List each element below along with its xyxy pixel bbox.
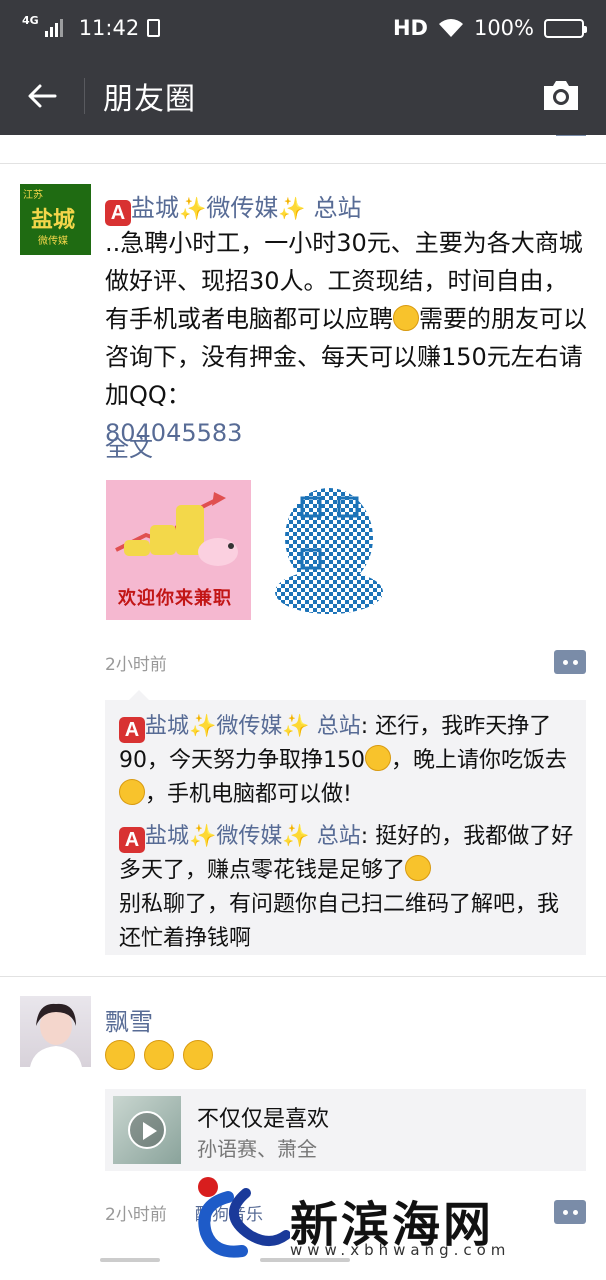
comment[interactable]: A 盐城✨微传媒✨ 总站: 挺好的，我都做了好多天了，赚点零花钱是足够了 别私聊了，… xyxy=(119,820,574,956)
page-title: 朋友圈 xyxy=(103,81,196,117)
comments-panel: A 盐城✨微传媒✨ 总站: 还行，我昨天挣了90，今天努力争取挣150 ，晚上请你吃… xyxy=(105,690,586,956)
comment-text: ，手机电脑都可以做! xyxy=(145,782,352,807)
music-share-card[interactable]: 不仅仅是喜欢 孙语赛、萧全 xyxy=(105,1089,586,1171)
battery-level: 100% xyxy=(473,16,534,40)
a-button-icon: A xyxy=(105,200,131,226)
post-author[interactable]: A 盐城✨微传媒✨ 总站 xyxy=(105,188,361,226)
top-bar: 4G 11:42 HD 100% 朋友圈 xyxy=(0,0,606,135)
post-image-qr[interactable] xyxy=(257,480,400,620)
sparkles-icon: ✨ xyxy=(278,197,306,222)
post-time: 2小时前 xyxy=(105,655,167,675)
clock: 11:42 xyxy=(78,16,140,40)
grin-emoji-icon xyxy=(405,855,432,881)
moments-feed[interactable]: 江苏 盐城 微传媒 A 盐城✨微传媒✨ 总站 ..急聘小时工，一小时30元、主要为… xyxy=(0,135,606,1280)
sparkles-icon: ✨ xyxy=(179,197,207,222)
author-name-part: 微传媒 xyxy=(206,194,279,222)
image-caption: 欢迎你来兼职 xyxy=(118,588,232,609)
post-image[interactable]: 欢迎你来兼职 xyxy=(106,480,251,620)
comment-text: 别私聊了，有问题你自己扫二维码了解吧，我还忙着挣钱啊 xyxy=(119,892,560,951)
nav-divider xyxy=(84,77,85,114)
tongue-wink-emoji-icon xyxy=(183,1040,214,1070)
post-time: 2小时前 xyxy=(105,1205,167,1225)
avatar[interactable] xyxy=(20,996,91,1067)
network-type: 4G xyxy=(22,13,39,27)
comment-author[interactable]: A 盐城✨微传媒✨ 总站 xyxy=(119,824,361,853)
status-bar: 4G 11:42 HD 100% xyxy=(0,0,606,56)
nav-bar: 朋友圈 xyxy=(0,56,606,135)
watermark: 新滨海网 www.xbhwang.com xyxy=(190,1175,600,1270)
comment-author-name: 盐城✨微传媒✨ 总站 xyxy=(145,824,361,849)
avatar[interactable]: 江苏 盐城 微传媒 xyxy=(20,184,91,255)
song-artist: 孙语赛、萧全 xyxy=(197,1137,317,1161)
avatar-text: 江苏 xyxy=(23,190,43,201)
tongue-wink-emoji-icon xyxy=(365,745,391,771)
avatar-text: 微传媒 xyxy=(38,236,68,247)
comment-author-name: 盐城✨微传媒✨ 总站 xyxy=(145,714,361,739)
a-button-icon: A xyxy=(119,827,145,853)
battery-icon xyxy=(544,18,587,38)
notification-icon xyxy=(147,19,161,37)
girl-photo-avatar xyxy=(30,1003,82,1067)
watermark-url: www.xbhwang.com xyxy=(290,1241,511,1259)
post-author[interactable]: 飘雪 xyxy=(105,1002,153,1037)
more-actions-button[interactable] xyxy=(554,650,586,674)
emoji-row xyxy=(105,1040,214,1070)
tongue-wink-emoji-icon xyxy=(105,1040,135,1070)
play-icon xyxy=(128,1111,166,1149)
previous-post-more-button[interactable] xyxy=(556,135,586,136)
camera-button[interactable] xyxy=(540,74,582,116)
a-button-icon: A xyxy=(119,717,145,743)
comment-text: ，晚上请你吃饭去 xyxy=(391,748,568,773)
comment[interactable]: A 盐城✨微传媒✨ 总站: 还行，我昨天挣了90，今天努力争取挣150 ，晚上请你吃… xyxy=(119,710,574,812)
grin-emoji-icon xyxy=(119,779,145,805)
author-name-part: 总站 xyxy=(305,194,362,222)
full-text-link[interactable]: 全文 xyxy=(105,428,153,463)
smile-emoji-icon xyxy=(393,305,419,331)
camera-icon xyxy=(544,81,578,110)
post-divider xyxy=(0,976,606,977)
avatar-text: 盐城 xyxy=(31,208,76,233)
qq-penguin-qr-icon xyxy=(275,488,383,614)
post-text: ..急聘小时工，一小时30元、主要为各大商城做好评、现招30人。工资现结，时间自… xyxy=(105,224,591,452)
comment-author[interactable]: A 盐城✨微传媒✨ 总站 xyxy=(119,714,361,743)
back-button[interactable] xyxy=(0,56,84,135)
wifi-icon xyxy=(438,19,463,37)
author-name-part: 盐城 xyxy=(131,194,179,222)
back-arrow-icon xyxy=(28,84,57,107)
site-logo-icon xyxy=(198,1177,291,1258)
tongue-wink-emoji-icon xyxy=(144,1040,175,1070)
hd-indicator: HD xyxy=(392,16,428,40)
album-thumbnail xyxy=(113,1096,181,1164)
post-divider xyxy=(0,163,606,164)
signal-icon xyxy=(44,19,63,37)
song-title: 不仅仅是喜欢 xyxy=(197,1107,330,1132)
